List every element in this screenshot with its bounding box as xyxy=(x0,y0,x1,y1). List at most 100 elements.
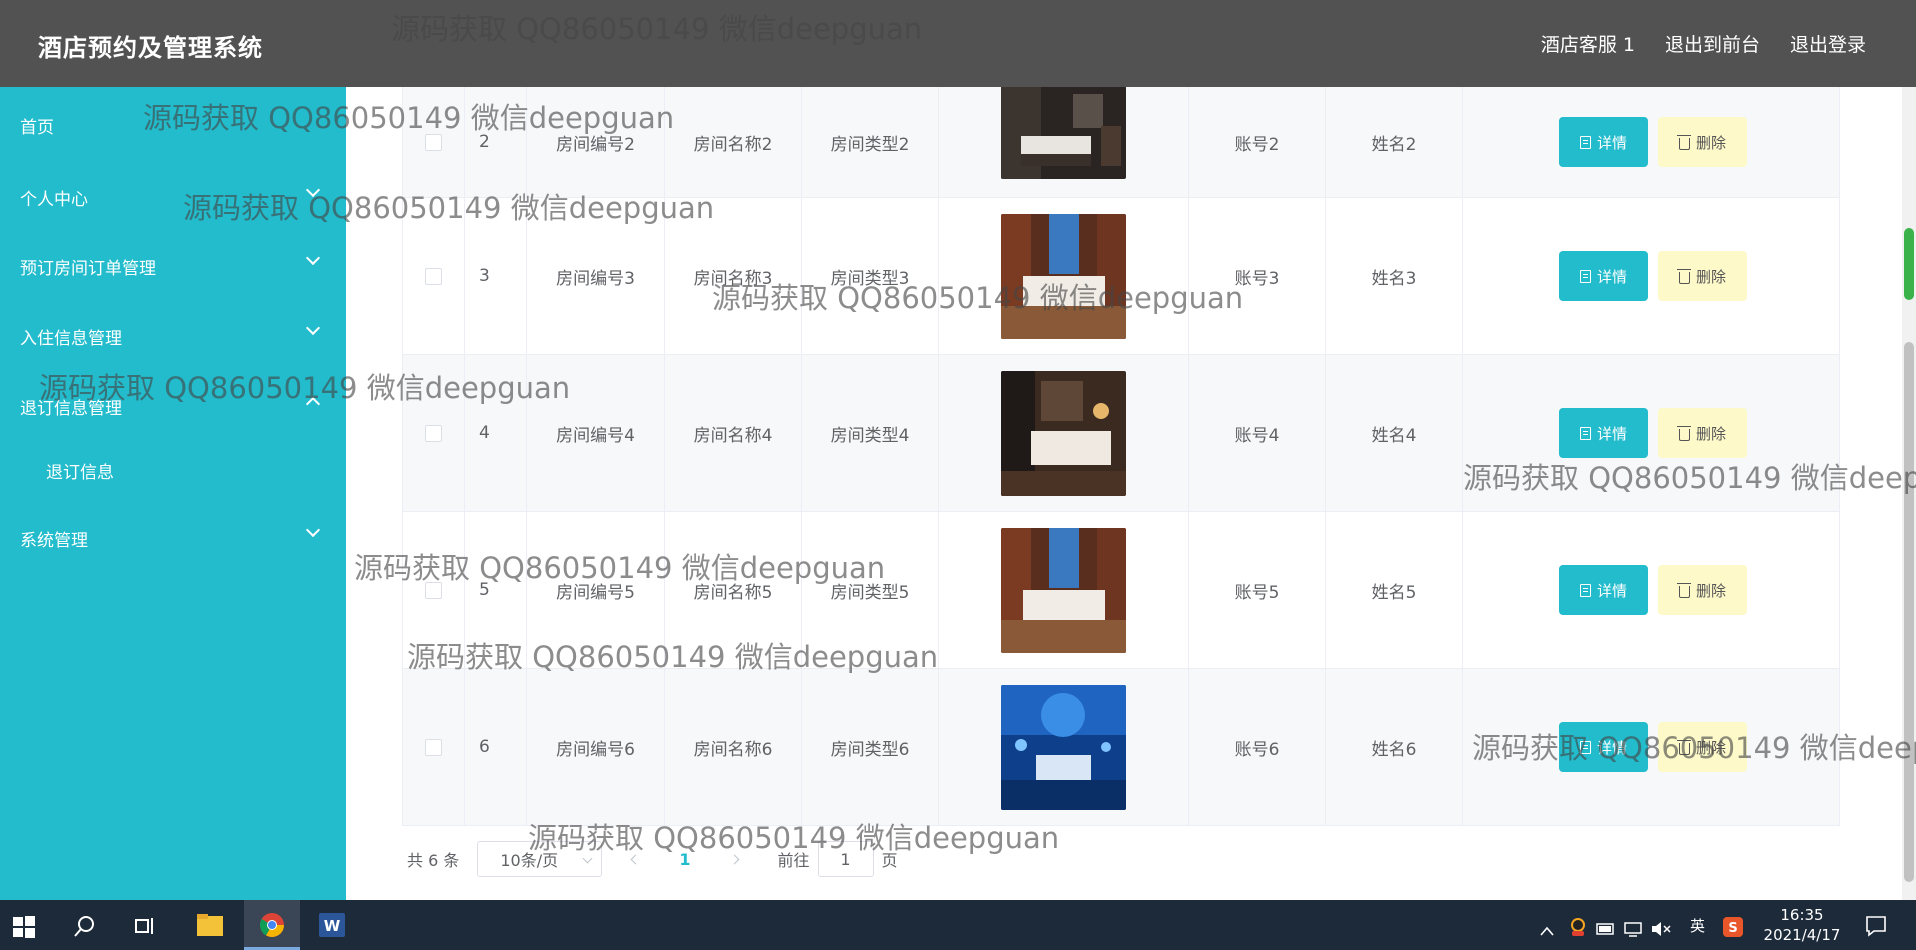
chevron-down-icon[interactable] xyxy=(305,182,321,198)
page-size-select[interactable]: 10条/页 xyxy=(477,841,603,877)
scroll-indicator-icon xyxy=(1904,228,1914,300)
document-icon xyxy=(1579,426,1591,440)
sidebar-item-checkin[interactable]: 入住信息管理 xyxy=(20,324,122,349)
chrome-icon[interactable] xyxy=(259,912,285,938)
trash-icon xyxy=(1676,134,1691,150)
room-photo xyxy=(1001,370,1126,496)
network-icon[interactable] xyxy=(1623,916,1643,942)
notification-icon[interactable] xyxy=(1864,913,1888,939)
app-title: 酒店预约及管理系统 xyxy=(38,34,263,62)
sidebar-subitem-cancellation-info[interactable]: 退订信息 xyxy=(46,458,114,483)
scrollbar-thumb[interactable] xyxy=(1904,342,1914,882)
sidebar-item-booking-orders[interactable]: 预订房间订单管理 xyxy=(20,254,156,279)
volume-muted-icon[interactable] xyxy=(1650,916,1672,942)
file-explorer-icon[interactable] xyxy=(196,912,224,938)
room-type: 房间类型6 xyxy=(802,669,939,825)
chevron-down-icon[interactable] xyxy=(305,250,321,266)
next-page-icon[interactable] xyxy=(729,854,739,864)
windows-start-icon[interactable] xyxy=(12,914,36,940)
chevron-up-icon[interactable] xyxy=(1540,918,1554,944)
battery-icon[interactable] xyxy=(1596,916,1616,942)
row-checkbox[interactable] xyxy=(425,267,442,285)
clock-date: 2021/4/17 xyxy=(1763,926,1841,944)
chevron-down-icon[interactable] xyxy=(305,522,321,538)
table-row: 5 房间编号5 房间名称5 房间类型5 账号5 姓名5 详情 删除 xyxy=(403,512,1839,669)
search-icon[interactable] xyxy=(73,913,97,939)
row-checkbox[interactable] xyxy=(425,424,442,442)
document-icon xyxy=(1579,583,1591,597)
detail-button[interactable]: 详情 xyxy=(1559,117,1648,167)
prev-page-icon[interactable] xyxy=(630,854,641,864)
row-checkbox-cell xyxy=(403,87,465,197)
room-type: 房间类型3 xyxy=(802,198,939,354)
delete-button[interactable]: 删除 xyxy=(1658,722,1747,772)
delete-button[interactable]: 删除 xyxy=(1658,408,1747,458)
detail-button[interactable]: 详情 xyxy=(1559,251,1648,301)
room-image-cell xyxy=(939,87,1189,197)
room-type: 房间类型4 xyxy=(802,355,939,511)
trash-icon xyxy=(1676,425,1691,441)
word-icon[interactable]: W xyxy=(318,912,346,938)
row-checkbox-cell xyxy=(403,198,465,354)
nav-exit-to-frontend[interactable]: 退出到前台 xyxy=(1665,30,1760,57)
task-view-icon[interactable] xyxy=(133,913,157,939)
row-actions: 详情 删除 xyxy=(1463,512,1841,668)
row-checkbox[interactable] xyxy=(425,581,442,599)
trash-icon xyxy=(1676,268,1691,284)
account: 账号3 xyxy=(1189,198,1326,354)
ime-indicator[interactable]: 英 xyxy=(1690,915,1705,936)
guest-name: 姓名6 xyxy=(1326,669,1463,825)
room-number: 房间编号5 xyxy=(527,512,665,668)
os-taskbar: W 英 S 16:35 2021/4/17 xyxy=(0,900,1916,950)
row-actions: 详情 删除 xyxy=(1463,87,1841,197)
row-checkbox[interactable] xyxy=(425,133,442,151)
table-row: 4 房间编号4 房间名称4 房间类型4 账号4 姓名4 详情 删除 xyxy=(403,355,1839,512)
room-image-cell xyxy=(939,669,1189,825)
sidebar-item-personal-center[interactable]: 个人中心 xyxy=(20,185,88,210)
guest-name: 姓名4 xyxy=(1326,355,1463,511)
row-actions: 详情 删除 xyxy=(1463,669,1841,825)
top-nav: 酒店客服 1 退出到前台 退出登录 xyxy=(1541,30,1866,57)
row-actions: 详情 删除 xyxy=(1463,198,1841,354)
room-photo xyxy=(1001,87,1126,179)
delete-button[interactable]: 删除 xyxy=(1658,251,1747,301)
sidebar-item-system[interactable]: 系统管理 xyxy=(20,526,88,551)
row-checkbox[interactable] xyxy=(425,738,442,756)
detail-button[interactable]: 详情 xyxy=(1559,722,1648,772)
sidebar-item-cancellation[interactable]: 退订信息管理 xyxy=(20,394,122,419)
total-count: 共 6 条 xyxy=(407,851,460,870)
sidebar-item-home[interactable]: 首页 xyxy=(20,113,54,138)
delete-button[interactable]: 删除 xyxy=(1658,565,1747,615)
detail-button[interactable]: 详情 xyxy=(1559,565,1648,615)
sidebar: 首页 个人中心 预订房间订单管理 入住信息管理 退订信息管理 退订信息 系统管理 xyxy=(0,87,346,900)
trash-icon xyxy=(1676,582,1691,598)
row-checkbox-cell xyxy=(403,355,465,511)
table-row: 6 房间编号6 房间名称6 房间类型6 账号6 姓名6 详情 删除 xyxy=(403,669,1839,826)
row-index: 4 xyxy=(465,355,527,511)
chevron-up-icon[interactable] xyxy=(305,396,321,412)
main-content: 2 房间编号2 房间名称2 房间类型2 账号2 姓名2 详情 删除 3 房间编号… xyxy=(346,87,1916,900)
chevron-down-icon xyxy=(582,853,593,864)
page-number-current[interactable]: 1 xyxy=(679,850,690,869)
row-checkbox-cell xyxy=(403,669,465,825)
row-index: 6 xyxy=(465,669,527,825)
sogou-input-icon[interactable]: S xyxy=(1722,914,1744,940)
trash-icon xyxy=(1676,739,1691,755)
guest-name: 姓名3 xyxy=(1326,198,1463,354)
nav-customer-service[interactable]: 酒店客服 1 xyxy=(1541,30,1635,57)
row-checkbox-cell xyxy=(403,512,465,668)
row-actions: 详情 删除 xyxy=(1463,355,1841,511)
delete-button[interactable]: 删除 xyxy=(1658,117,1747,167)
chevron-down-icon[interactable] xyxy=(305,320,321,336)
goto-page-input[interactable]: 1 xyxy=(817,841,874,877)
table-row: 3 房间编号3 房间名称3 房间类型3 账号3 姓名3 详情 删除 xyxy=(403,198,1839,355)
detail-button[interactable]: 详情 xyxy=(1559,408,1648,458)
room-number: 房间编号6 xyxy=(527,669,665,825)
vertical-scrollbar[interactable] xyxy=(1902,87,1916,900)
system-clock[interactable]: 16:35 2021/4/17 xyxy=(1757,905,1847,945)
nav-logout[interactable]: 退出登录 xyxy=(1790,30,1866,57)
qq-tray-icon[interactable] xyxy=(1567,914,1589,940)
room-type: 房间类型5 xyxy=(802,512,939,668)
cancellation-table: 2 房间编号2 房间名称2 房间类型2 账号2 姓名2 详情 删除 3 房间编号… xyxy=(402,87,1840,826)
room-name: 房间名称5 xyxy=(665,512,802,668)
